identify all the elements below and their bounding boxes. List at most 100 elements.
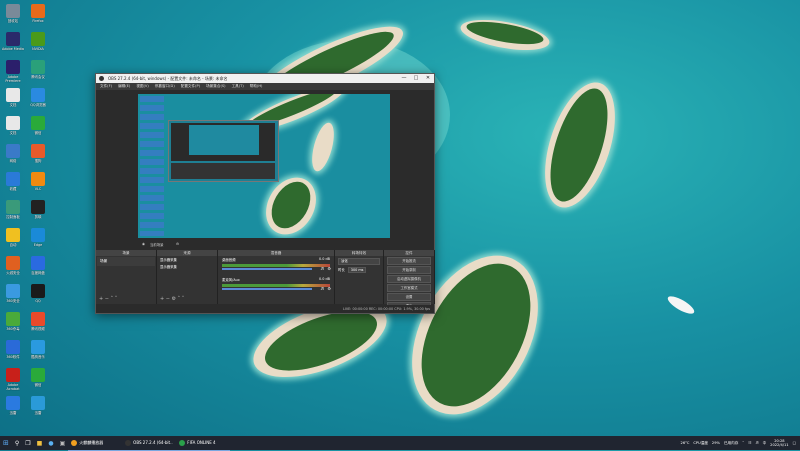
desktop-icon[interactable]: 360软件 (1, 338, 25, 366)
scene-item[interactable]: 场景 (97, 257, 155, 266)
desktop-icon-label: 腾讯会议 (31, 75, 45, 79)
desktop-icon[interactable]: 360安全 (1, 282, 25, 310)
desktop-icon[interactable]: 火绒安全 (1, 254, 25, 282)
task-view-button[interactable]: ❐ (22, 436, 33, 450)
qq-browser-icon (31, 88, 45, 102)
taskbar-pinned-store[interactable]: ▣ (57, 436, 69, 450)
duration-input[interactable]: 300 ms (347, 267, 367, 273)
tray-expand-icon[interactable]: ˄ (742, 441, 744, 445)
settings-button[interactable]: 设置 (387, 293, 431, 301)
studio-mode-button[interactable]: 工作室模式 (387, 284, 431, 292)
desktop-icon[interactable]: 百度网盘 (26, 254, 50, 282)
desktop-icon[interactable]: 酷狗音乐 (26, 338, 50, 366)
volume-icon[interactable]: ♬ (755, 441, 758, 445)
remove-scene-icon[interactable]: − (105, 296, 109, 302)
menu-scene-collection[interactable]: 场景集合(S) (206, 83, 225, 90)
store-icon: ▣ (59, 439, 66, 447)
speaker-icon[interactable]: ♬ (320, 286, 324, 291)
desktop-icon[interactable]: 迅雷 (26, 394, 50, 422)
lock-icon[interactable]: ◉ (142, 242, 145, 246)
taskbar-running-apps: 火麒麟播放器 OBS 27.2.4 (64-bit... FIFA ONLINE 4 (68, 436, 231, 451)
desktop-icon[interactable]: Edge (26, 226, 50, 254)
move-up-icon[interactable]: ˄ (178, 296, 181, 302)
desktop-icon[interactable]: Adobe Premiere (1, 58, 25, 86)
desktop-icon[interactable]: 剪映 (26, 198, 50, 226)
desktop-icon[interactable]: 自动 (1, 226, 25, 254)
menu-view[interactable]: 视图(V) (136, 83, 148, 90)
obs-title-bar[interactable]: OBS 27.2.4 (64-bit, windows) - 配置文件: 未命名… (96, 74, 434, 83)
virtual-camera-button[interactable]: 启动虚拟摄像机 (387, 275, 431, 283)
taskbar-app[interactable]: FIFA ONLINE 4 (176, 436, 231, 451)
network-icon[interactable]: ☷ (748, 441, 751, 445)
control-panel-icon (6, 200, 20, 214)
start-streaming-button[interactable]: 开始推流 (387, 257, 431, 265)
menu-help[interactable]: 帮助(H) (250, 83, 263, 90)
start-button[interactable]: ⊞ (0, 436, 12, 450)
obs-window[interactable]: OBS 27.2.4 (64-bit, windows) - 配置文件: 未命名… (95, 73, 435, 314)
gear-icon[interactable]: ⚙ (327, 286, 331, 291)
windows-icon: ⊞ (3, 439, 9, 447)
desktop-icon[interactable]: 搜狗 (26, 142, 50, 170)
auto-icon (6, 228, 20, 242)
volume-slider[interactable] (222, 268, 312, 270)
obs-preview-canvas[interactable] (138, 94, 390, 238)
memory-label: 已用内存 (723, 440, 739, 445)
source-item[interactable]: 显示器采集 (157, 263, 217, 270)
menu-tools[interactable]: 工具(T) (232, 83, 244, 90)
move-up-icon[interactable]: ˄ (111, 296, 114, 302)
desktop-icon[interactable]: 腾讯视频 (26, 310, 50, 338)
desktop-icon[interactable]: 控制面板 (1, 198, 25, 226)
gear-icon[interactable]: ⚙ (176, 242, 179, 246)
desktop-icon-label: 百度网盘 (31, 271, 45, 275)
taskbar-pinned-explorer[interactable]: ■ (34, 436, 46, 450)
desktop-icon[interactable]: Adobe Media (1, 30, 25, 58)
desktop-icon-label: Firefox (32, 19, 44, 23)
move-down-icon[interactable]: ˅ (115, 296, 118, 302)
desktop-icon[interactable]: 迅雷 (1, 394, 25, 422)
weather-text[interactable]: 26°C (681, 441, 690, 445)
move-down-icon[interactable]: ˅ (182, 296, 185, 302)
clock[interactable]: 20:28 2022/4/11 (770, 439, 788, 447)
source-settings-icon[interactable]: ⚙ (172, 296, 176, 302)
taskbar-app[interactable]: OBS 27.2.4 (64-bit... (122, 436, 177, 451)
desktop-icon[interactable]: NVIDIA (26, 30, 50, 58)
speaker-icon[interactable]: ♬ (320, 266, 324, 271)
desktop-icon[interactable]: 微信 (26, 114, 50, 142)
close-icon[interactable]: ✕ (422, 74, 434, 83)
desktop-icon[interactable]: 360杀毒 (1, 310, 25, 338)
add-source-icon[interactable]: + (160, 296, 164, 302)
desktop-icon[interactable]: 腾讯会议 (26, 58, 50, 86)
menu-file[interactable]: 文件(F) (100, 83, 112, 90)
menu-docks[interactable]: 停靠窗口(D) (155, 83, 175, 90)
source-item[interactable]: 显示器采集 (157, 256, 217, 263)
desktop-icon-label: 迅雷 (34, 411, 42, 415)
remove-source-icon[interactable]: − (166, 296, 170, 302)
desktop-icon[interactable]: 文档 (1, 86, 25, 114)
transition-select[interactable]: 淡化 (338, 258, 380, 265)
desktop-icon[interactable]: 网络 (1, 142, 25, 170)
desktop-icon[interactable]: 收藏 (1, 170, 25, 198)
maximize-icon[interactable]: □ (410, 74, 422, 83)
menu-profile[interactable]: 配置文件(P) (181, 83, 200, 90)
desktop-icon[interactable]: Adobe Acrobat (1, 366, 25, 394)
notification-icon[interactable]: □ (793, 441, 796, 445)
gear-icon[interactable]: ⚙ (327, 266, 331, 271)
add-scene-icon[interactable]: + (99, 296, 103, 302)
desktop-icon[interactable]: QQ浏览器 (26, 86, 50, 114)
scenes-dock-title: 场景 (96, 250, 156, 256)
desktop-icon[interactable]: 回收站 (1, 2, 25, 30)
taskbar-app[interactable]: 火麒麟播放器 (68, 436, 123, 451)
sources-dock: 来源 显示器采集 显示器采集 + − ⚙ ˄ ˅ (157, 250, 218, 304)
desktop-icon[interactable]: 文档 (1, 114, 25, 142)
desktop-icon[interactable]: VLC (26, 170, 50, 198)
desktop-icon[interactable]: QQ (26, 282, 50, 310)
search-button[interactable]: ⚲ (12, 436, 22, 450)
volume-slider[interactable] (222, 288, 312, 290)
desktop-icon[interactable]: Firefox (26, 2, 50, 30)
taskbar-pinned-browser[interactable]: ● (45, 436, 56, 450)
minimize-icon[interactable]: — (398, 74, 410, 83)
ime-icon[interactable]: 中 (763, 441, 767, 446)
desktop-icon[interactable]: 微信 (26, 366, 50, 394)
start-recording-button[interactable]: 开始录制 (387, 266, 431, 274)
menu-edit[interactable]: 编辑(E) (118, 83, 130, 90)
